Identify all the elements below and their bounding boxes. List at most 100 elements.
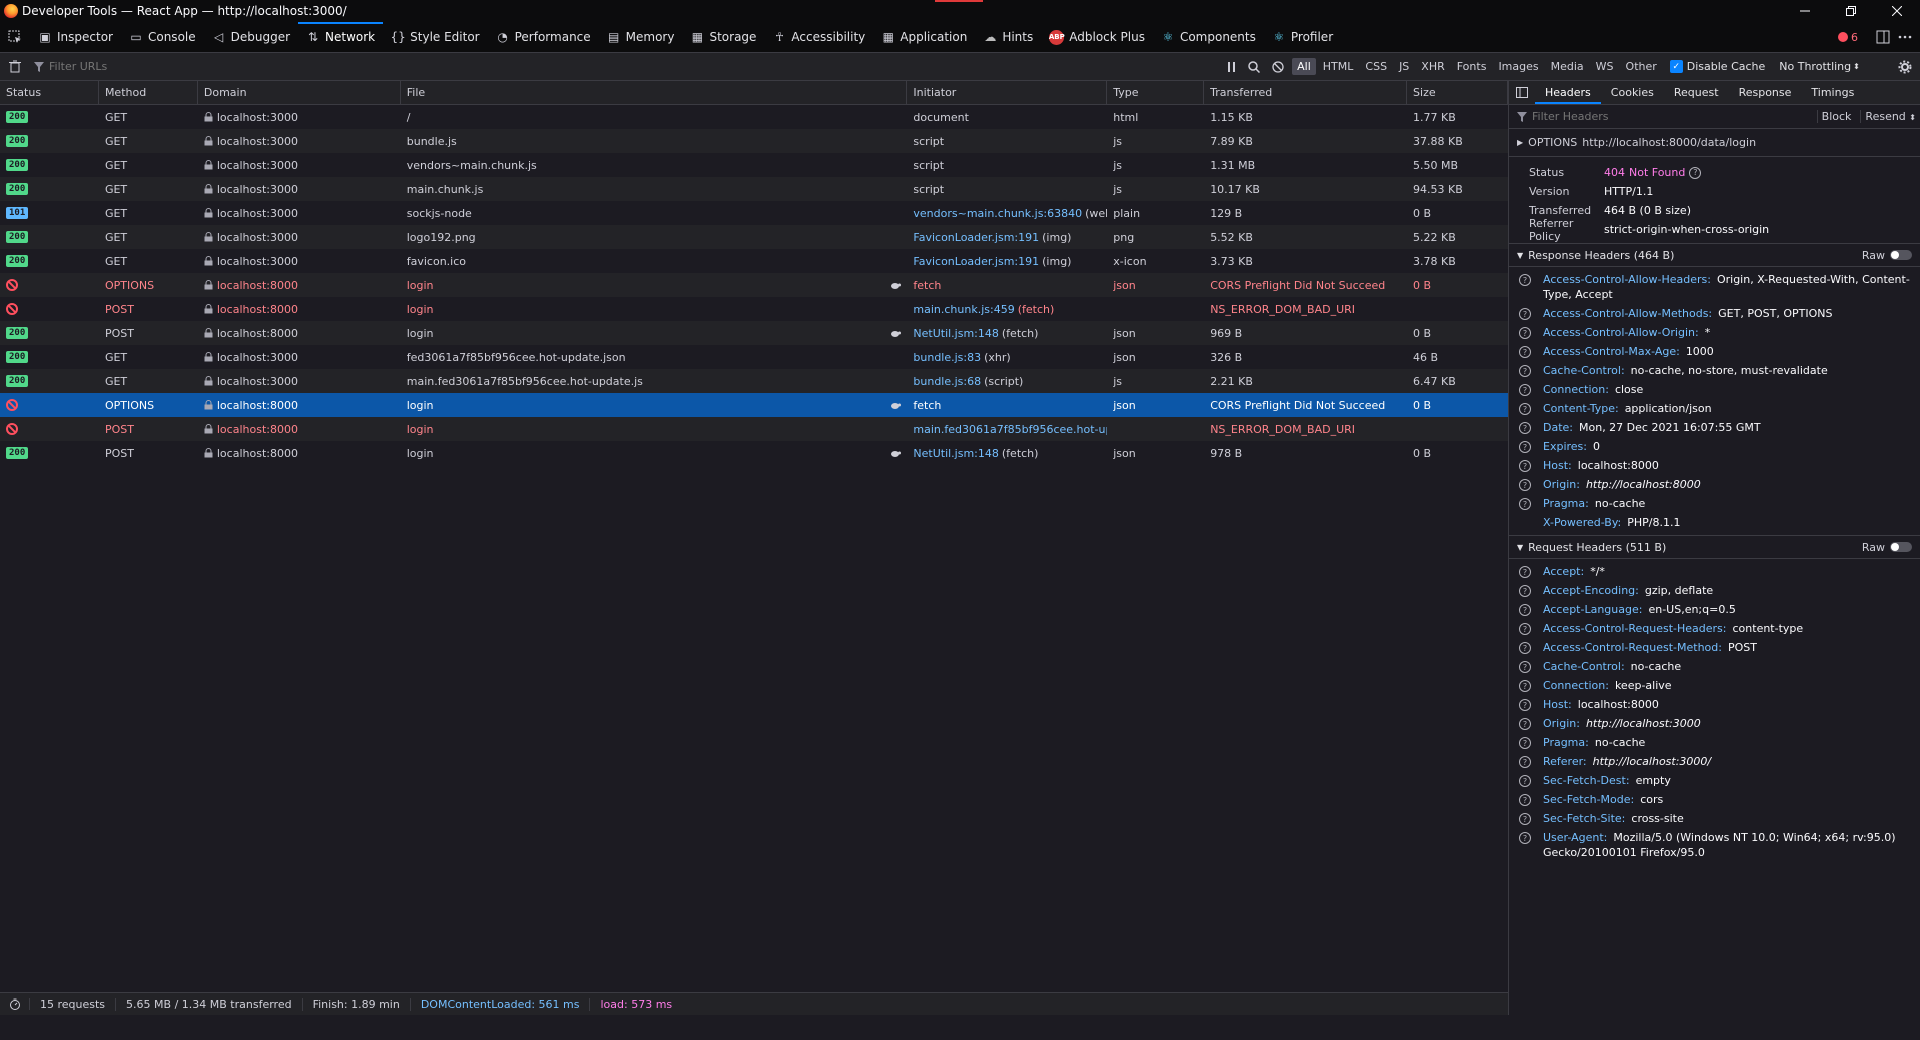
table-row[interactable]: 200 GET localhost:3000 favicon.ico FaviconLo… [0,249,1508,273]
initiator-cell[interactable]: FaviconLoader.jsm:191 (img) [907,249,1107,273]
table-row[interactable]: POST localhost:8000 login main.fed3061a7f85… [0,417,1508,441]
response-headers-section[interactable]: ▼ Response Headers (464 B) Raw [1509,243,1920,267]
raw-toggle[interactable]: Raw [1862,249,1920,262]
header-row[interactable]: ? Connection: keep-alive [1509,676,1920,695]
help-icon[interactable]: ? [1519,794,1531,806]
details-tab-response[interactable]: Response [1729,81,1802,104]
column-header-domain[interactable]: Domain [198,81,401,104]
initiator-text[interactable]: FaviconLoader.jsm:191 [913,231,1039,244]
request-headers-section[interactable]: ▼ Request Headers (511 B) Raw [1509,535,1920,559]
close-window-button[interactable] [1874,0,1920,22]
filter-urls-input[interactable] [49,60,949,73]
help-icon[interactable]: ? [1519,566,1531,578]
header-row[interactable]: ? Access-Control-Max-Age: 1000 [1509,342,1920,361]
type-filter-other[interactable]: Other [1621,58,1662,75]
header-row[interactable]: ? Sec-Fetch-Mode: cors [1509,790,1920,809]
initiator-cell[interactable]: FaviconLoader.jsm:191 (img) [907,225,1107,249]
help-icon[interactable]: ? [1519,441,1531,453]
error-count-badge[interactable]: 6 [1838,31,1858,44]
header-row[interactable]: ? Cache-Control: no-cache [1509,657,1920,676]
help-icon[interactable]: ? [1519,384,1531,396]
column-header-status[interactable]: Status [0,81,99,104]
details-tab-cookies[interactable]: Cookies [1601,81,1664,104]
help-icon[interactable]: ? [1689,166,1702,179]
type-filter-xhr[interactable]: XHR [1416,58,1449,75]
help-icon[interactable]: ? [1519,623,1531,635]
minimize-button[interactable] [1782,0,1828,22]
tab-memory[interactable]: ▤ Memory [599,22,683,52]
column-header-file[interactable]: File [401,81,908,104]
restore-button[interactable] [1828,0,1874,22]
tab-debugger[interactable]: ◁ Debugger [204,22,298,52]
block-button[interactable]: Block [1816,110,1856,123]
header-row[interactable]: ? Origin: http://localhost:3000 [1509,714,1920,733]
table-row[interactable]: 200 POST localhost:8000 login NetUtil.jsm:14… [0,321,1508,345]
help-icon[interactable]: ? [1519,604,1531,616]
header-row[interactable]: ? Access-Control-Request-Headers: content-… [1509,619,1920,638]
header-row[interactable]: ? Pragma: no-cache [1509,494,1920,513]
tab-accessibility[interactable]: ☥ Accessibility [764,22,873,52]
header-row[interactable]: ? Access-Control-Allow-Headers: Origin, X-… [1509,270,1920,304]
type-filter-media[interactable]: Media [1546,58,1589,75]
initiator-text[interactable]: FaviconLoader.jsm:191 [913,255,1039,268]
table-row[interactable]: 200 POST localhost:8000 login NetUtil.jsm:14… [0,441,1508,465]
initiator-cell[interactable]: main.chunk.js:459 (fetch) [907,297,1107,321]
resend-button[interactable]: Resend ⬍ [1860,110,1920,123]
header-row[interactable]: ? Sec-Fetch-Site: cross-site [1509,809,1920,828]
tab-console[interactable]: ▭ Console [121,22,204,52]
column-header-initiator[interactable]: Initiator [907,81,1108,104]
raw-toggle[interactable]: Raw [1862,541,1920,554]
details-tab-request[interactable]: Request [1664,81,1729,104]
tab-adblock-plus[interactable]: ABP Adblock Plus [1041,22,1153,52]
initiator-text[interactable]: bundle.js:68 [913,375,981,388]
clear-log-button[interactable] [0,60,30,73]
dock-options-icon[interactable] [1876,30,1890,44]
table-row[interactable]: OPTIONS localhost:8000 login fetch json CORS … [0,273,1508,297]
tab-profiler[interactable]: ⚛ Profiler [1264,22,1341,52]
tab-hints[interactable]: ☁ Hints [975,22,1041,52]
help-icon[interactable]: ? [1519,699,1531,711]
help-icon[interactable]: ? [1519,642,1531,654]
header-row[interactable]: ? Access-Control-Allow-Methods: GET, POST,… [1509,304,1920,323]
help-icon[interactable]: ? [1519,498,1531,510]
toggle-sidebar-button[interactable] [1509,81,1535,104]
block-requests-icon[interactable] [1272,60,1284,73]
type-filter-images[interactable]: Images [1493,58,1543,75]
table-row[interactable]: 200 GET localhost:3000 main.chunk.js script j… [0,177,1508,201]
table-row[interactable]: 200 GET localhost:3000 logo192.png FaviconLo… [0,225,1508,249]
type-filter-html[interactable]: HTML [1318,58,1359,75]
tab-performance[interactable]: ◔ Performance [488,22,599,52]
help-icon[interactable]: ? [1519,460,1531,472]
table-row[interactable]: 200 GET localhost:3000 bundle.js script js 7.8… [0,129,1508,153]
search-icon[interactable] [1248,60,1261,73]
help-icon[interactable]: ? [1519,756,1531,768]
tab-components[interactable]: ⚛ Components [1153,22,1264,52]
header-row[interactable]: ? Access-Control-Allow-Origin: * [1509,323,1920,342]
help-icon[interactable]: ? [1519,346,1531,358]
header-row[interactable]: ? Date: Mon, 27 Dec 2021 16:07:55 GMT [1509,418,1920,437]
tab-inspector[interactable]: ▣ Inspector [30,22,121,52]
help-icon[interactable]: ? [1519,737,1531,749]
help-icon[interactable]: ? [1519,274,1531,286]
table-row[interactable]: 200 GET localhost:3000 / document html 1.15 KB… [0,105,1508,129]
initiator-cell[interactable]: NetUtil.jsm:148 (fetch) [907,321,1107,345]
column-header-method[interactable]: Method [99,81,198,104]
tab-storage[interactable]: ▦ Storage [682,22,764,52]
initiator-text[interactable]: main.fed3061a7f85bf956cee.hot-up... [913,423,1107,436]
header-row[interactable]: ? Cache-Control: no-cache, no-store, must-… [1509,361,1920,380]
table-row[interactable]: 200 GET localhost:3000 fed3061a7f85bf956cee… [0,345,1508,369]
header-row[interactable]: ? Accept-Language: en-US,en;q=0.5 [1509,600,1920,619]
help-icon[interactable]: ? [1519,585,1531,597]
help-icon[interactable]: ? [1519,832,1531,844]
help-icon[interactable]: ? [1519,308,1531,320]
more-options-icon[interactable] [1898,35,1912,39]
help-icon[interactable]: ? [1519,365,1531,377]
header-row[interactable]: ? Host: localhost:8000 [1509,695,1920,714]
initiator-cell[interactable]: bundle.js:68 (script) [907,369,1107,393]
details-tab-timings[interactable]: Timings [1801,81,1864,104]
header-row[interactable]: ? Accept: */* [1509,562,1920,581]
help-icon[interactable]: ? [1519,680,1531,692]
header-row[interactable]: ? Connection: close [1509,380,1920,399]
header-row[interactable]: ? Content-Type: application/json [1509,399,1920,418]
help-icon[interactable]: ? [1519,403,1531,415]
